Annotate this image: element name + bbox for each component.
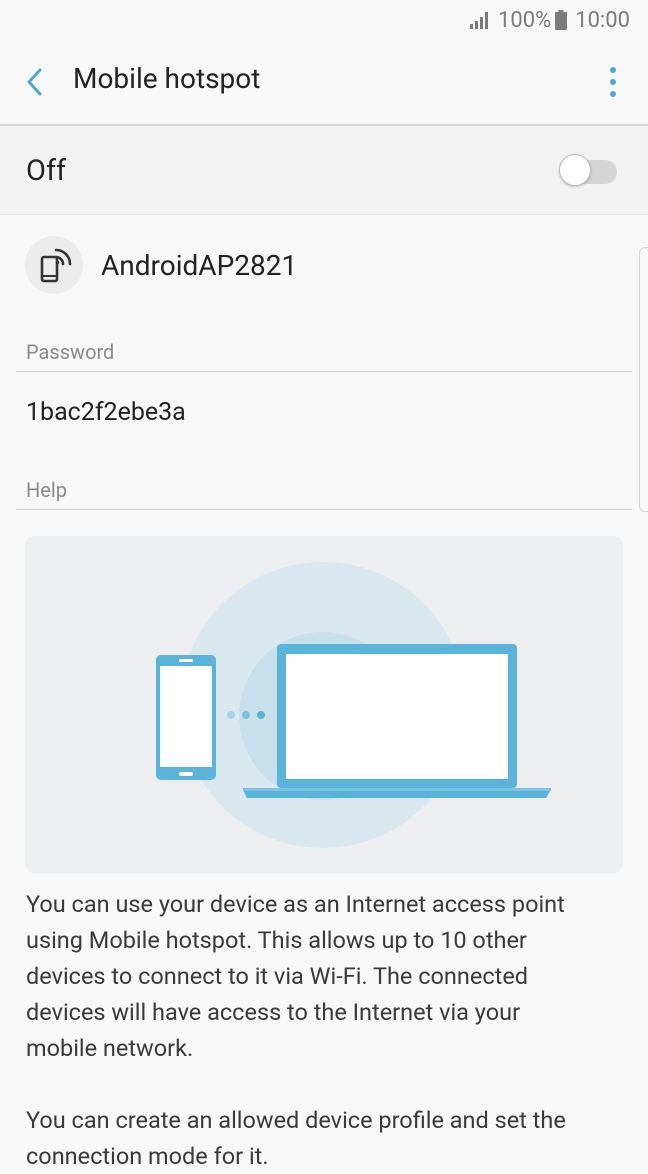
help-header-divider bbox=[16, 509, 632, 510]
back-arrow-icon[interactable] bbox=[22, 64, 52, 100]
battery-icon bbox=[555, 10, 568, 30]
more-options-icon[interactable] bbox=[608, 66, 618, 100]
laptop-illustration-icon bbox=[243, 644, 551, 798]
status-bar: 100% 10:00 bbox=[0, 0, 648, 40]
help-line: You can use your device as an Internet a… bbox=[26, 890, 565, 918]
help-line: devices will have access to the Internet… bbox=[26, 998, 521, 1026]
hotspot-phone-icon bbox=[25, 236, 83, 294]
help-description-1: You can use your device as an Internet a… bbox=[26, 886, 626, 1066]
hotspot-state-label: Off bbox=[26, 154, 67, 188]
help-description-2: You can create an allowed device profile… bbox=[26, 1102, 626, 1174]
network-name: AndroidAP2821 bbox=[101, 249, 298, 282]
password-header: Password bbox=[26, 340, 115, 364]
network-name-row[interactable]: AndroidAP2821 bbox=[0, 232, 648, 302]
signal-icon bbox=[469, 11, 492, 29]
hotspot-toggle-row[interactable]: Off bbox=[0, 126, 648, 214]
help-line: devices to connect to it via Wi-Fi. The … bbox=[26, 962, 529, 990]
switch-knob bbox=[559, 154, 591, 186]
help-line: connection mode for it. bbox=[26, 1142, 269, 1170]
scroll-indicator bbox=[639, 247, 648, 512]
page-title: Mobile hotspot bbox=[73, 62, 261, 95]
hotspot-switch[interactable] bbox=[559, 154, 619, 188]
help-line: using Mobile hotspot. This allows up to … bbox=[26, 926, 527, 954]
password-value[interactable]: 1bac2f2ebe3a bbox=[26, 398, 186, 427]
hotspot-illustration bbox=[25, 536, 623, 873]
help-header: Help bbox=[26, 478, 67, 502]
phone-illustration-icon bbox=[156, 655, 216, 780]
help-line: You can create an allowed device profile… bbox=[26, 1106, 566, 1134]
help-line: mobile network. bbox=[26, 1034, 194, 1062]
clock: 10:00 bbox=[575, 7, 630, 33]
connection-dots-icon bbox=[227, 711, 265, 719]
app-bar: Mobile hotspot bbox=[0, 40, 648, 125]
toggle-divider bbox=[0, 214, 648, 215]
password-header-divider bbox=[16, 371, 632, 372]
battery-percent: 100% bbox=[497, 7, 552, 33]
